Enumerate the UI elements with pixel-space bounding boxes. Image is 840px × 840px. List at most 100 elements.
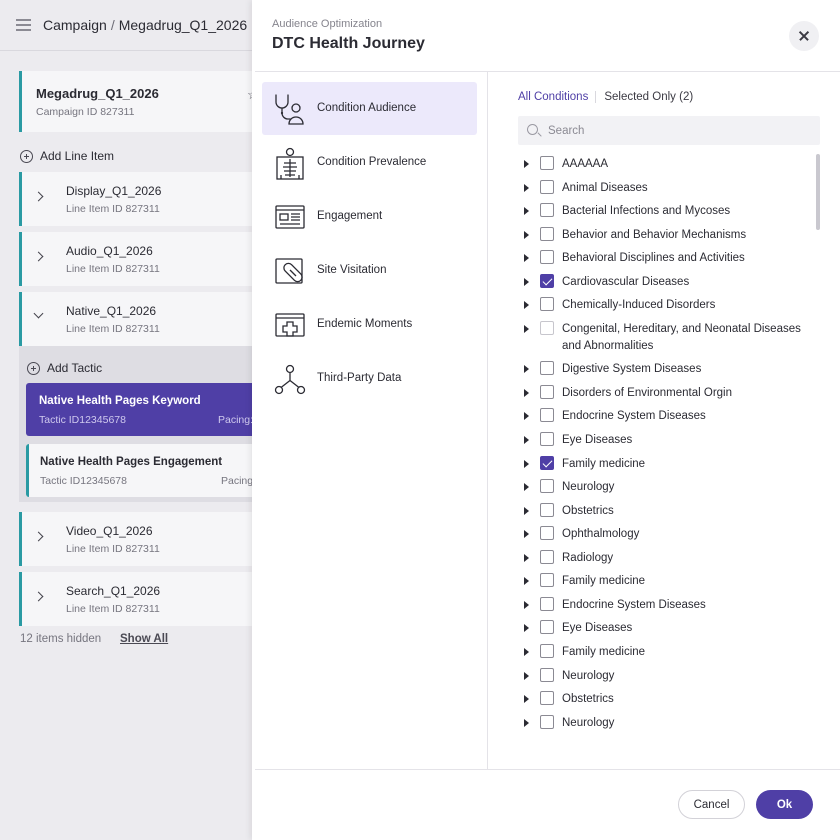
chevron-right-icon[interactable] (33, 531, 44, 542)
cancel-button[interactable]: Cancel (678, 790, 745, 819)
expand-caret-icon[interactable] (524, 577, 529, 586)
category-site-visitation[interactable]: Site Visitation (262, 244, 477, 297)
expand-caret-icon[interactable] (524, 277, 529, 286)
chevron-right-icon[interactable] (33, 251, 44, 262)
condition-row[interactable]: Behavioral Disciplines and Activities (488, 248, 828, 272)
tab-selected-only[interactable]: Selected Only (2) (595, 91, 693, 103)
add-tactic-button[interactable]: Add Tactic (27, 361, 102, 375)
line-item-audio[interactable]: Audio_Q1_2026 Line Item ID 827311 (19, 232, 252, 286)
ok-button[interactable]: Ok (756, 790, 813, 819)
line-item-video[interactable]: Video_Q1_2026 Line Item ID 827311 (19, 512, 252, 566)
category-endemic-moments[interactable]: Endemic Moments (262, 298, 477, 351)
condition-row[interactable]: Cardiovascular Diseases (488, 272, 828, 296)
condition-checkbox[interactable] (540, 432, 554, 446)
tactic-card[interactable]: Native Health Pages Engagement Tactic ID… (26, 444, 252, 497)
expand-caret-icon[interactable] (524, 365, 529, 374)
category-third-party-data[interactable]: Third-Party Data (262, 352, 477, 405)
campaign-card[interactable]: Megadrug_Q1_2026 Campaign ID 827311 ☆ (19, 71, 252, 132)
condition-checkbox[interactable] (540, 643, 554, 658)
expand-caret-icon[interactable] (524, 301, 529, 310)
chevron-down-icon[interactable] (33, 308, 44, 319)
condition-checkbox[interactable] (540, 320, 554, 335)
hamburger-menu-icon[interactable] (16, 19, 31, 31)
show-all-link[interactable]: Show All (120, 633, 168, 645)
condition-row[interactable]: Neurology (488, 666, 828, 690)
condition-row[interactable]: Eye Diseases (488, 618, 828, 642)
condition-checkbox[interactable] (540, 596, 554, 611)
condition-checkbox[interactable] (540, 156, 554, 170)
condition-row[interactable]: Eye Diseases (488, 430, 828, 454)
expand-caret-icon[interactable] (524, 624, 529, 633)
search-input[interactable] (548, 116, 808, 145)
category-condition-prevalence[interactable]: Condition Prevalence (262, 136, 477, 189)
condition-row[interactable]: Neurology (488, 477, 828, 501)
line-item-search[interactable]: Search_Q1_2026 Line Item ID 827311 (19, 572, 252, 626)
condition-row[interactable]: Endocrine System Diseases (488, 406, 828, 430)
expand-caret-icon[interactable] (524, 530, 529, 539)
condition-checkbox[interactable] (540, 297, 554, 312)
expand-caret-icon[interactable] (524, 506, 529, 515)
condition-checkbox[interactable] (540, 620, 554, 635)
expand-caret-icon[interactable] (524, 207, 529, 216)
condition-checkbox[interactable] (540, 250, 554, 265)
condition-checkbox[interactable] (540, 549, 554, 564)
expand-caret-icon[interactable] (524, 388, 529, 397)
condition-checkbox[interactable] (540, 526, 554, 541)
condition-checkbox[interactable] (540, 479, 554, 494)
condition-checkbox[interactable] (540, 573, 554, 588)
category-condition-audience[interactable]: Condition Audience (262, 82, 477, 135)
expand-caret-icon[interactable] (524, 183, 529, 192)
condition-checkbox[interactable] (540, 408, 554, 423)
expand-caret-icon[interactable] (524, 436, 529, 444)
expand-caret-icon[interactable] (524, 695, 529, 704)
breadcrumb-root[interactable]: Campaign (43, 17, 107, 33)
condition-checkbox[interactable] (540, 455, 554, 470)
condition-row[interactable]: Behavior and Behavior Mechanisms (488, 225, 828, 249)
condition-checkbox[interactable] (540, 714, 554, 729)
line-item-native[interactable]: Native_Q1_2026 Line Item ID 827311 (19, 292, 252, 346)
expand-caret-icon[interactable] (524, 230, 529, 239)
scrollbar-thumb[interactable] (816, 154, 820, 230)
chevron-right-icon[interactable] (33, 591, 44, 602)
expand-caret-icon[interactable] (524, 647, 529, 656)
expand-caret-icon[interactable] (524, 553, 529, 562)
condition-row[interactable]: Ophthalmology (488, 524, 828, 548)
close-button[interactable] (789, 21, 819, 51)
condition-checkbox[interactable] (540, 691, 554, 706)
condition-checkbox[interactable] (540, 203, 554, 218)
condition-row[interactable]: Family medicine (488, 571, 828, 595)
expand-caret-icon[interactable] (524, 600, 529, 609)
expand-caret-icon[interactable] (524, 324, 529, 333)
condition-row[interactable]: Radiology (488, 548, 828, 572)
condition-row[interactable]: Chemically-Induced Disorders (488, 295, 828, 319)
condition-checkbox[interactable] (540, 226, 554, 241)
add-line-item-button[interactable]: Add Line Item (20, 149, 114, 163)
expand-caret-icon[interactable] (524, 254, 529, 263)
condition-row[interactable]: Congenital, Hereditary, and Neonatal Dis… (488, 319, 828, 359)
condition-checkbox[interactable] (540, 502, 554, 517)
condition-row[interactable]: Bacterial Infections and Mycoses (488, 201, 828, 225)
condition-row[interactable]: Endocrine System Diseases (488, 595, 828, 619)
condition-row[interactable]: Disorders of Environmental Orgin (488, 383, 828, 407)
condition-checkbox[interactable] (540, 179, 554, 194)
condition-row[interactable]: Digestive System Diseases (488, 359, 828, 383)
condition-row[interactable]: Obstetrics (488, 689, 828, 713)
condition-checkbox[interactable] (540, 384, 554, 399)
expand-caret-icon[interactable] (524, 483, 529, 492)
expand-caret-icon[interactable] (524, 412, 529, 421)
expand-caret-icon[interactable] (524, 718, 529, 727)
condition-checkbox[interactable] (540, 273, 554, 288)
condition-row[interactable]: Animal Diseases (488, 178, 828, 202)
expand-caret-icon[interactable] (524, 459, 529, 468)
line-item-display[interactable]: Display_Q1_2026 Line Item ID 827311 (19, 172, 252, 226)
condition-row[interactable]: Family medicine (488, 454, 828, 478)
chevron-right-icon[interactable] (33, 191, 44, 202)
condition-checkbox[interactable] (540, 667, 554, 682)
condition-row[interactable]: AAAAAA (488, 154, 828, 178)
expand-caret-icon[interactable] (524, 160, 529, 168)
category-engagement[interactable]: Engagement (262, 190, 477, 243)
tactic-card-selected[interactable]: Native Health Pages Keyword Tactic ID123… (26, 383, 252, 436)
tab-all-conditions[interactable]: All Conditions (518, 91, 588, 103)
condition-row[interactable]: Obstetrics (488, 501, 828, 525)
condition-row[interactable]: Family medicine (488, 642, 828, 666)
